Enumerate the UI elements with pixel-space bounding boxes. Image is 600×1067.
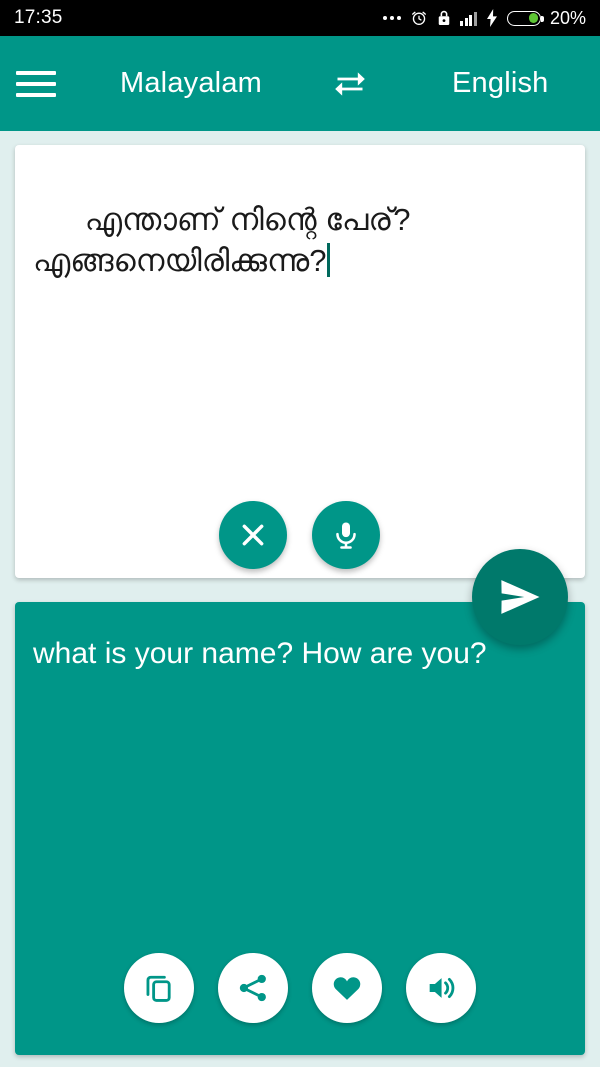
app-screen: 17:35 20% Malayalam English എന്താണ് നിന്…	[0, 0, 600, 1067]
send-button[interactable]	[472, 549, 568, 645]
text-cursor	[327, 242, 331, 277]
alarm-clock-icon	[410, 9, 428, 27]
result-actions	[15, 953, 585, 1023]
favorite-button[interactable]	[312, 953, 382, 1023]
voice-input-button[interactable]	[312, 501, 380, 569]
lock-icon	[437, 9, 451, 27]
translation-output-text: what is your name? How are you?	[33, 637, 487, 670]
speaker-icon	[424, 971, 458, 1005]
swap-languages-icon[interactable]	[322, 56, 378, 112]
source-text-card: എന്താണ് നിന്റെ പേര്? എങ്ങനെയിരിക്കുന്നു?	[15, 145, 585, 578]
battery-percent: 20%	[549, 7, 586, 28]
source-language-button[interactable]: Malayalam	[120, 67, 262, 100]
source-text-input[interactable]: എന്താണ് നിന്റെ പേര്? എങ്ങനെയിരിക്കുന്നു?	[33, 159, 530, 323]
share-icon	[236, 971, 270, 1005]
heart-icon	[330, 971, 364, 1005]
copy-button[interactable]	[124, 953, 194, 1023]
translation-result-card: what is your name? How are you?	[15, 602, 585, 1055]
source-text-value: എന്താണ് നിന്റെ പേര്? എങ്ങനെയിരിക്കുന്നു?	[33, 201, 420, 278]
clear-text-button[interactable]	[219, 501, 287, 569]
more-dots-icon	[383, 16, 402, 20]
status-time: 17:35	[14, 7, 63, 28]
hamburger-menu-icon[interactable]	[16, 70, 76, 97]
status-bar: 17:35 20%	[0, 0, 600, 36]
target-language-button[interactable]: English	[452, 67, 549, 100]
share-button[interactable]	[218, 953, 288, 1023]
status-icons: 20%	[383, 8, 586, 29]
speak-button[interactable]	[406, 953, 476, 1023]
signal-bars-icon	[460, 11, 477, 26]
app-toolbar: Malayalam English	[0, 36, 600, 131]
copy-icon	[142, 971, 176, 1005]
battery-icon	[506, 10, 544, 26]
charging-bolt-icon	[486, 9, 498, 27]
